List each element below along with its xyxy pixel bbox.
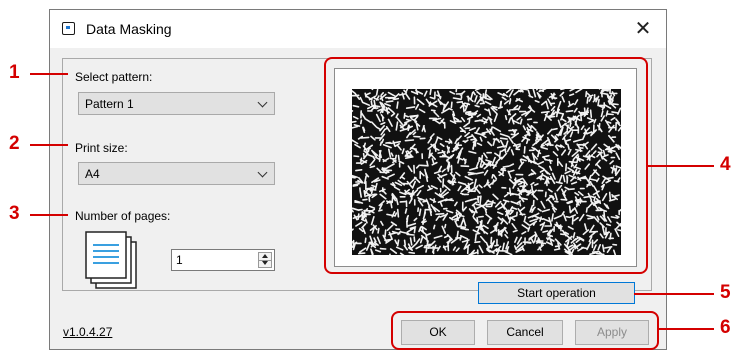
callout-line (648, 165, 714, 167)
window-title: Data Masking (86, 21, 172, 37)
print-size-dropdown[interactable]: A4 (78, 162, 275, 185)
callout-number: 6 (720, 317, 731, 338)
close-icon[interactable]: ✕ (630, 16, 656, 42)
title-bar: Data Masking ✕ (50, 10, 666, 48)
callout-number: 1 (9, 62, 20, 83)
document-stack-icon (82, 228, 142, 290)
callout-line (30, 214, 68, 216)
callout-number: 4 (720, 154, 731, 175)
pages-input[interactable] (174, 252, 258, 268)
start-operation-button[interactable]: Start operation (478, 282, 635, 304)
callout-number: 5 (720, 282, 731, 303)
spinner-buttons (258, 252, 272, 268)
callout-line (30, 144, 68, 146)
callout-box (324, 57, 648, 274)
pattern-dropdown-value: Pattern 1 (85, 97, 134, 111)
version-link[interactable]: v1.0.4.27 (63, 325, 112, 339)
app-icon (62, 22, 75, 35)
chevron-down-icon (257, 97, 268, 108)
callout-number: 2 (9, 133, 20, 154)
spin-down-icon[interactable] (259, 260, 271, 267)
callout-line (659, 328, 714, 330)
print-size-dropdown-value: A4 (85, 167, 100, 181)
callout-box (391, 311, 659, 350)
select-pattern-label: Select pattern: (75, 70, 153, 84)
print-size-label: Print size: (75, 141, 128, 155)
chevron-down-icon (257, 167, 268, 178)
pages-spinner (171, 249, 275, 271)
callout-line (634, 293, 714, 295)
callout-number: 3 (9, 203, 20, 224)
callout-line (30, 73, 68, 75)
pattern-dropdown[interactable]: Pattern 1 (78, 92, 275, 115)
number-of-pages-label: Number of pages: (75, 209, 171, 223)
